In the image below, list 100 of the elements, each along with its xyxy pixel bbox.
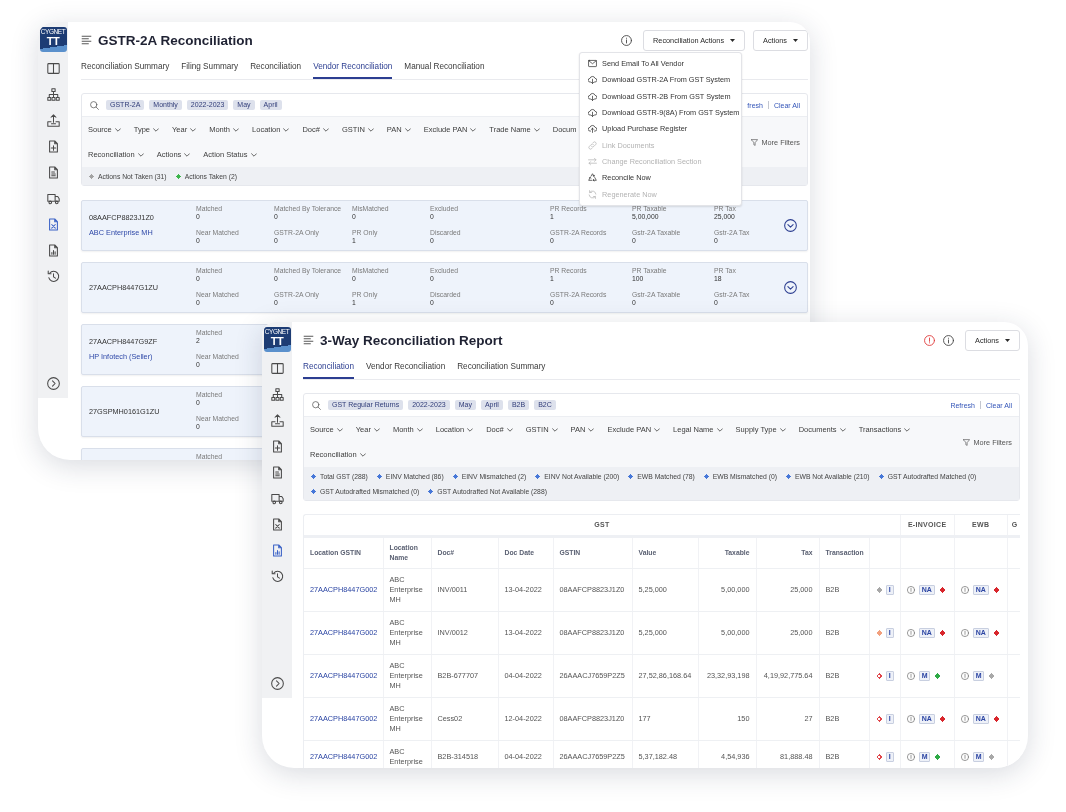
diamond-icon — [376, 473, 382, 479]
chevron-down-icon[interactable] — [784, 281, 797, 294]
logo-mark-text: TT — [46, 36, 60, 47]
chevron-down-icon — [367, 127, 374, 132]
diamond-icon — [703, 473, 709, 479]
diamond-icon — [311, 473, 316, 479]
chevron-down-icon — [470, 127, 477, 132]
chevron-down-icon — [533, 127, 540, 132]
info-icon[interactable] — [621, 34, 633, 46]
file-chart-icon[interactable] — [46, 244, 60, 257]
diamond-icon — [785, 473, 791, 479]
chevron-down-icon — [588, 427, 595, 432]
expand-sidebar-icon[interactable] — [46, 377, 60, 390]
exclamation-circle-icon[interactable] — [906, 752, 915, 761]
file-chart-icon[interactable] — [270, 544, 284, 557]
chevron-down-icon — [184, 152, 191, 157]
exclamation-circle-icon[interactable] — [960, 671, 969, 680]
recycle-icon — [588, 173, 598, 183]
chevron-down-icon — [716, 427, 723, 432]
chevron-down-icon[interactable] — [784, 219, 797, 232]
chevron-down-icon — [404, 127, 411, 132]
file-plus-icon[interactable] — [270, 440, 284, 453]
info-icon[interactable] — [943, 334, 955, 346]
chevron-down-icon — [283, 127, 290, 132]
chevron-down-icon — [839, 427, 846, 432]
diamond-icon — [535, 473, 541, 479]
link-icon — [588, 140, 598, 150]
exclamation-circle-icon[interactable] — [960, 714, 969, 723]
cloud-download-icon — [588, 108, 598, 118]
file-plus-icon[interactable] — [46, 140, 60, 153]
exclamation-circle-icon[interactable] — [960, 585, 969, 594]
columns-icon[interactable] — [270, 362, 284, 375]
chevron-down-icon — [190, 127, 197, 132]
filter-icon — [963, 438, 971, 446]
refresh-icon — [588, 189, 598, 199]
chevron-down-icon — [654, 427, 661, 432]
menu-icon[interactable] — [81, 35, 92, 45]
chevron-down-icon — [233, 127, 240, 132]
logo-mark-text: TT — [270, 336, 284, 347]
search-icon[interactable] — [312, 400, 321, 410]
search-icon[interactable] — [90, 100, 99, 110]
expand-sidebar-icon[interactable] — [270, 677, 284, 690]
upload-icon[interactable] — [46, 114, 60, 127]
tab[interactable]: Reconciliation Summary — [457, 359, 546, 379]
chevron-down-icon — [322, 127, 329, 132]
filter-icon — [751, 138, 759, 146]
caret-icon — [793, 38, 798, 42]
tab[interactable]: Vendor Reconciliation — [313, 59, 393, 79]
chevron-down-icon — [416, 427, 423, 432]
page-title: 3-Way Reconciliation Report — [320, 332, 503, 348]
tab[interactable]: Reconciliation — [250, 59, 302, 79]
chevron-down-icon — [250, 152, 257, 157]
file-x-icon[interactable] — [46, 218, 60, 231]
cloud-download-icon — [588, 91, 598, 101]
chevron-down-icon — [114, 127, 121, 132]
chevron-down-icon — [153, 127, 160, 132]
caret-icon — [730, 38, 736, 42]
envelope-icon — [588, 59, 598, 69]
diamond-icon — [628, 473, 634, 479]
columns-icon[interactable] — [46, 62, 60, 75]
upload-icon[interactable] — [270, 414, 284, 427]
cloud-upload-icon — [588, 124, 598, 134]
exclamation-circle-icon[interactable] — [906, 585, 915, 594]
chevron-down-icon — [359, 452, 366, 457]
page-title: GSTR-2A Reconciliation — [98, 32, 253, 48]
exclamation-circle-icon[interactable] — [906, 628, 915, 637]
alert-icon[interactable] — [924, 334, 936, 346]
diamond-icon — [311, 488, 316, 494]
tab[interactable]: Manual Reconciliation — [404, 59, 485, 79]
tab[interactable]: Vendor Reconciliation — [366, 359, 446, 379]
chevron-down-icon — [467, 427, 474, 432]
history-icon[interactable] — [46, 270, 60, 283]
menu-icon[interactable] — [303, 335, 314, 345]
chevron-down-icon — [336, 427, 343, 432]
tab[interactable]: Reconciliation — [303, 359, 354, 379]
exclamation-circle-icon[interactable] — [960, 628, 969, 637]
swap-arrows-icon — [588, 156, 598, 166]
hierarchy-icon[interactable] — [270, 388, 284, 401]
chevron-down-icon — [779, 427, 786, 432]
document-icon[interactable] — [270, 466, 284, 479]
history-icon[interactable] — [270, 570, 284, 583]
document-icon[interactable] — [46, 166, 60, 179]
chevron-down-icon — [551, 427, 558, 432]
truck-icon[interactable] — [270, 492, 284, 505]
diamond-icon — [878, 473, 884, 479]
exclamation-circle-icon[interactable] — [906, 671, 915, 680]
chevron-down-icon — [137, 152, 144, 157]
chevron-down-icon — [904, 427, 911, 432]
chevron-down-icon — [373, 427, 380, 432]
diamond-icon — [452, 473, 458, 479]
exclamation-circle-icon[interactable] — [906, 714, 915, 723]
chevron-down-icon — [506, 427, 513, 432]
hierarchy-icon[interactable] — [46, 88, 60, 101]
file-x-icon[interactable] — [270, 518, 284, 531]
caret-icon — [1005, 338, 1010, 342]
exclamation-circle-icon[interactable] — [960, 752, 969, 761]
truck-icon[interactable] — [46, 192, 60, 205]
tab[interactable]: Filing Summary — [181, 59, 239, 79]
tab[interactable]: Reconciliation Summary — [81, 59, 170, 79]
cloud-download-icon — [588, 75, 598, 85]
